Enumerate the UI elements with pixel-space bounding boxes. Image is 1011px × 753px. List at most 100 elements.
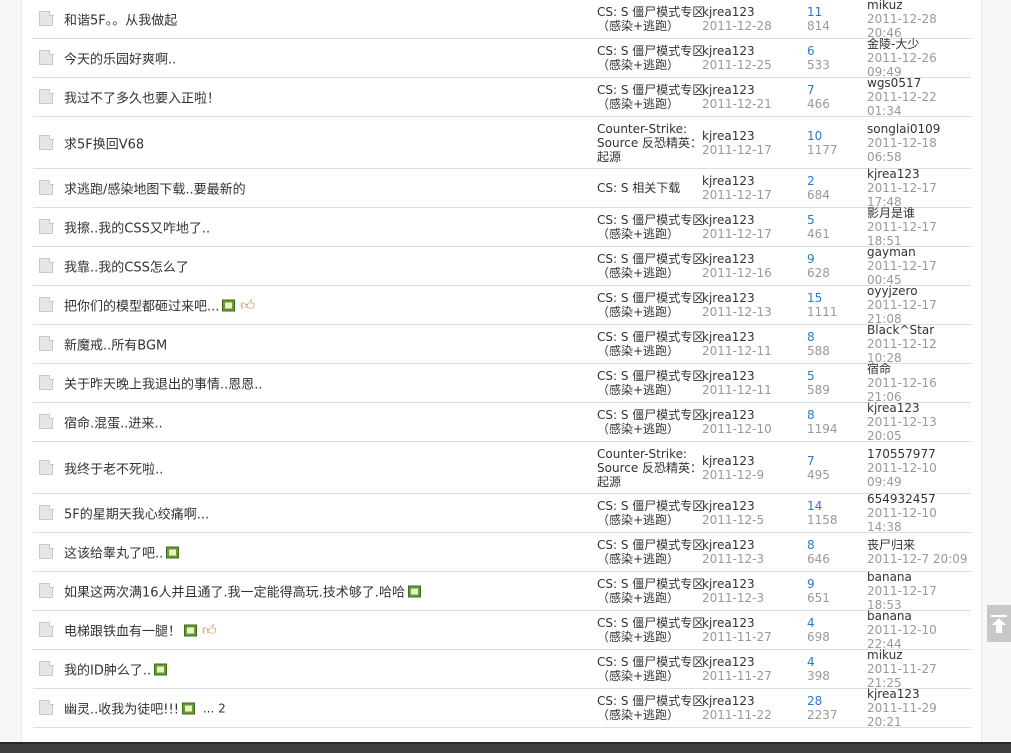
thread-title-link[interactable]: 和谐5F。。从我做起 bbox=[64, 10, 177, 29]
thread-reply-count[interactable]: 9 bbox=[807, 577, 830, 591]
thread-title-link[interactable]: 求5F换回V68 bbox=[64, 133, 144, 152]
thread-reply-count[interactable]: 7 bbox=[807, 83, 830, 97]
thread-reply-count[interactable]: 6 bbox=[807, 44, 830, 58]
thread-author-link[interactable]: kjrea123 bbox=[702, 694, 772, 708]
thread-last-post-time[interactable]: 2011-12-17 17:48 bbox=[867, 181, 971, 209]
thread-last-post-time[interactable]: 2011-11-29 20:21 bbox=[867, 701, 971, 729]
thread-title-link[interactable]: 我擦..我的CSS又咋地了.. bbox=[64, 218, 210, 237]
thread-author-link[interactable]: kjrea123 bbox=[702, 408, 772, 422]
thread-last-post-time[interactable]: 2011-12-18 06:58 bbox=[867, 136, 971, 164]
thread-forum-link[interactable]: CS: S 僵尸模式专区（感染+逃跑） bbox=[597, 408, 705, 436]
thread-reply-count[interactable]: 5 bbox=[807, 213, 830, 227]
thread-last-post-time[interactable]: 2011-12-10 09:49 bbox=[867, 461, 971, 489]
thread-reply-count[interactable]: 2 bbox=[807, 174, 830, 188]
thread-last-poster-link[interactable]: mikuz bbox=[867, 648, 971, 662]
thread-last-poster-link[interactable]: 170557977 bbox=[867, 447, 971, 461]
thread-last-poster-link[interactable]: wgs0517 bbox=[867, 76, 971, 90]
thread-author-link[interactable]: kjrea123 bbox=[702, 44, 772, 58]
thread-forum-link[interactable]: CS: S 僵尸模式专区（感染+逃跑） bbox=[597, 538, 705, 566]
thread-forum-link[interactable]: Counter-Strike: Source 反恐精英：起源 bbox=[597, 122, 705, 164]
thread-reply-count[interactable]: 11 bbox=[807, 5, 830, 19]
thread-title-link[interactable]: 新魔戒..所有BGM bbox=[64, 335, 167, 354]
thread-reply-count[interactable]: 14 bbox=[807, 499, 838, 513]
thread-title-link[interactable]: 把你们的模型都砸过来吧... bbox=[64, 296, 219, 315]
thread-author-link[interactable]: kjrea123 bbox=[702, 577, 764, 591]
thread-last-post-time[interactable]: 2011-12-13 20:05 bbox=[867, 415, 971, 443]
thread-title-link[interactable]: 今天的乐园好爽啊.. bbox=[64, 49, 176, 68]
thread-forum-link[interactable]: CS: S 僵尸模式专区（感染+逃跑） bbox=[597, 369, 705, 397]
thread-reply-count[interactable]: 4 bbox=[807, 616, 830, 630]
thread-last-poster-link[interactable]: oyyjzero bbox=[867, 284, 971, 298]
thread-last-poster-link[interactable]: kjrea123 bbox=[867, 167, 971, 181]
thread-forum-link[interactable]: CS: S 僵尸模式专区（感染+逃跑） bbox=[597, 252, 705, 280]
thread-title-link[interactable]: 幽灵..收我为徒吧!!! bbox=[64, 699, 179, 718]
thread-author-link[interactable]: kjrea123 bbox=[702, 616, 772, 630]
thread-last-post-time[interactable]: 2011-12-16 21:06 bbox=[867, 376, 971, 404]
thread-author-link[interactable]: kjrea123 bbox=[702, 252, 772, 266]
thread-forum-link[interactable]: CS: S 僵尸模式专区（感染+逃跑） bbox=[597, 213, 705, 241]
thread-author-link[interactable]: kjrea123 bbox=[702, 538, 764, 552]
thread-forum-link[interactable]: CS: S 僵尸模式专区（感染+逃跑） bbox=[597, 577, 705, 605]
thread-reply-count[interactable]: 10 bbox=[807, 129, 838, 143]
thread-forum-link[interactable]: CS: S 僵尸模式专区（感染+逃跑） bbox=[597, 330, 705, 358]
thread-reply-count[interactable]: 8 bbox=[807, 538, 830, 552]
thread-last-poster-link[interactable]: kjrea123 bbox=[867, 401, 971, 415]
thread-reply-count[interactable]: 4 bbox=[807, 655, 830, 669]
thread-title-link[interactable]: 宿命.混蛋..进来.. bbox=[64, 413, 163, 432]
thread-reply-count[interactable]: 28 bbox=[807, 694, 838, 708]
thread-last-post-time[interactable]: 2011-12-10 22:44 bbox=[867, 623, 971, 651]
thread-reply-count[interactable]: 8 bbox=[807, 330, 830, 344]
thread-title-link[interactable]: 求逃跑/感染地图下载..要最新的 bbox=[64, 179, 246, 198]
thread-forum-link[interactable]: CS: S 僵尸模式专区（感染+逃跑） bbox=[597, 44, 705, 72]
thread-last-poster-link[interactable]: 金陵-大少 bbox=[867, 37, 971, 51]
thread-last-post-time[interactable]: 2011-12-7 20:09 bbox=[867, 552, 968, 566]
thread-forum-link[interactable]: CS: S 相关下载 bbox=[597, 181, 705, 195]
thread-last-post-time[interactable]: 2011-12-17 18:51 bbox=[867, 220, 971, 248]
thread-forum-link[interactable]: CS: S 僵尸模式专区（感染+逃跑） bbox=[597, 499, 705, 527]
thread-last-poster-link[interactable]: Black^Star bbox=[867, 323, 971, 337]
thread-title-link[interactable]: 我过不了多久也要入正啦！ bbox=[64, 88, 220, 107]
thread-last-poster-link[interactable]: gayman bbox=[867, 245, 971, 259]
thread-forum-link[interactable]: Counter-Strike: Source 反恐精英：起源 bbox=[597, 447, 705, 489]
thread-last-poster-link[interactable]: 影月是谁 bbox=[867, 206, 971, 220]
thread-author-link[interactable]: kjrea123 bbox=[702, 454, 764, 468]
thread-title-link[interactable]: 这该给睾丸了吧.. bbox=[64, 543, 163, 562]
thread-reply-count[interactable]: 9 bbox=[807, 252, 830, 266]
thread-last-poster-link[interactable]: 丧尸归来 bbox=[867, 538, 968, 552]
thread-author-link[interactable]: kjrea123 bbox=[702, 369, 772, 383]
thread-forum-link[interactable]: CS: S 僵尸模式专区（感染+逃跑） bbox=[597, 291, 705, 319]
thread-title-link[interactable]: 我终于老不死啦.. bbox=[64, 458, 163, 477]
thread-last-post-time[interactable]: 2011-12-22 01:34 bbox=[867, 90, 971, 118]
thread-author-link[interactable]: kjrea123 bbox=[702, 5, 772, 19]
thread-forum-link[interactable]: CS: S 僵尸模式专区（感染+逃跑） bbox=[597, 83, 705, 111]
thread-author-link[interactable]: kjrea123 bbox=[702, 330, 772, 344]
thread-last-post-time[interactable]: 2011-12-10 14:38 bbox=[867, 506, 971, 534]
thread-reply-count[interactable]: 7 bbox=[807, 454, 830, 468]
thread-title-link[interactable]: 如果这两次满16人并且通了.我一定能得高玩.技术够了.哈哈 bbox=[64, 582, 405, 601]
thread-last-poster-link[interactable]: kjrea123 bbox=[867, 687, 971, 701]
thread-author-link[interactable]: kjrea123 bbox=[702, 83, 772, 97]
thread-last-post-time[interactable]: 2011-12-26 09:49 bbox=[867, 51, 971, 79]
thread-last-post-time[interactable]: 2011-12-28 20:46 bbox=[867, 12, 971, 40]
thread-last-post-time[interactable]: 2011-12-17 21:08 bbox=[867, 298, 971, 326]
thread-author-link[interactable]: kjrea123 bbox=[702, 655, 772, 669]
thread-last-poster-link[interactable]: 654932457 bbox=[867, 492, 971, 506]
thread-title-link[interactable]: 我靠..我的CSS怎么了 bbox=[64, 257, 189, 276]
thread-forum-link[interactable]: CS: S 僵尸模式专区（感染+逃跑） bbox=[597, 694, 705, 722]
thread-page-link[interactable]: ... 2 bbox=[203, 701, 226, 715]
thread-author-link[interactable]: kjrea123 bbox=[702, 291, 772, 305]
back-to-top-button[interactable] bbox=[987, 605, 1011, 642]
thread-last-post-time[interactable]: 2011-11-27 21:25 bbox=[867, 662, 971, 690]
thread-author-link[interactable]: kjrea123 bbox=[702, 499, 764, 513]
thread-forum-link[interactable]: CS: S 僵尸模式专区（感染+逃跑） bbox=[597, 655, 705, 683]
thread-reply-count[interactable]: 8 bbox=[807, 408, 838, 422]
thread-reply-count[interactable]: 5 bbox=[807, 369, 830, 383]
thread-author-link[interactable]: kjrea123 bbox=[702, 129, 772, 143]
thread-author-link[interactable]: kjrea123 bbox=[702, 213, 772, 227]
thread-last-poster-link[interactable]: songlai0109 bbox=[867, 122, 971, 136]
thread-title-link[interactable]: 电梯跟铁血有一腿！ bbox=[64, 621, 181, 640]
thread-last-post-time[interactable]: 2011-12-17 18:53 bbox=[867, 584, 971, 612]
thread-title-link[interactable]: 关于昨天晚上我退出的事情..恩恩.. bbox=[64, 374, 263, 393]
thread-author-link[interactable]: kjrea123 bbox=[702, 174, 772, 188]
thread-last-poster-link[interactable]: mikuz bbox=[867, 0, 971, 12]
